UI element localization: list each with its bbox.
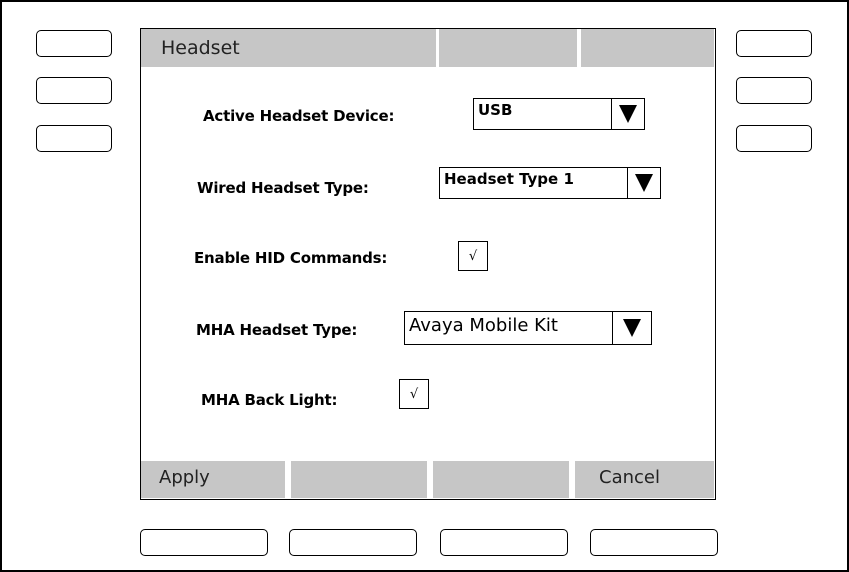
cancel-label: Cancel <box>599 467 660 488</box>
softkey-button-4[interactable] <box>590 529 718 556</box>
left-line-key-2[interactable] <box>36 77 112 104</box>
softkey-label-apply[interactable]: Apply <box>141 461 285 498</box>
right-line-key-2[interactable] <box>736 77 812 104</box>
softkey-button-1[interactable] <box>140 529 268 556</box>
softkey-bar: Apply Cancel <box>141 461 714 498</box>
softkey-button-3[interactable] <box>440 529 568 556</box>
softkey-label-3[interactable] <box>433 461 569 498</box>
left-line-key-1[interactable] <box>36 30 112 57</box>
title-segment: Headset <box>141 29 436 67</box>
title-segment-2 <box>439 29 577 67</box>
enable-hid-commands-label: Enable HID Commands: <box>194 249 388 267</box>
page-title: Headset <box>161 37 240 59</box>
active-headset-device-value: USB <box>478 101 513 119</box>
wired-headset-type-select[interactable]: Headset Type 1 <box>439 167 661 199</box>
mha-headset-type-label: MHA Headset Type: <box>196 321 358 339</box>
check-mark-icon: √ <box>409 386 419 402</box>
right-line-key-1[interactable] <box>736 30 812 57</box>
display-screen: Headset Active Headset Device: USB Wired… <box>140 28 716 500</box>
triangle-down-icon[interactable] <box>612 312 651 344</box>
mha-back-light-label: MHA Back Light: <box>201 391 338 409</box>
enable-hid-commands-checkbox[interactable]: √ <box>458 241 488 271</box>
apply-label: Apply <box>159 467 210 488</box>
mha-headset-type-select[interactable]: Avaya Mobile Kit <box>404 311 652 345</box>
softkey-label-2[interactable] <box>291 461 427 498</box>
triangle-down-icon[interactable] <box>611 99 644 129</box>
left-line-key-3[interactable] <box>36 125 112 152</box>
active-headset-device-select[interactable]: USB <box>473 98 645 130</box>
wired-headset-type-value: Headset Type 1 <box>444 170 574 188</box>
title-segment-3 <box>581 29 714 67</box>
softkey-button-2[interactable] <box>289 529 417 556</box>
triangle-down-icon[interactable] <box>627 168 660 198</box>
mha-back-light-checkbox[interactable]: √ <box>399 379 429 409</box>
check-mark-icon: √ <box>468 248 478 264</box>
phone-frame: Headset Active Headset Device: USB Wired… <box>0 0 849 572</box>
mha-headset-type-value: Avaya Mobile Kit <box>409 315 558 336</box>
wired-headset-type-label: Wired Headset Type: <box>197 179 369 197</box>
right-line-key-3[interactable] <box>736 125 812 152</box>
title-bar: Headset <box>141 29 714 67</box>
active-headset-device-label: Active Headset Device: <box>203 107 395 125</box>
softkey-label-cancel[interactable]: Cancel <box>575 461 714 498</box>
